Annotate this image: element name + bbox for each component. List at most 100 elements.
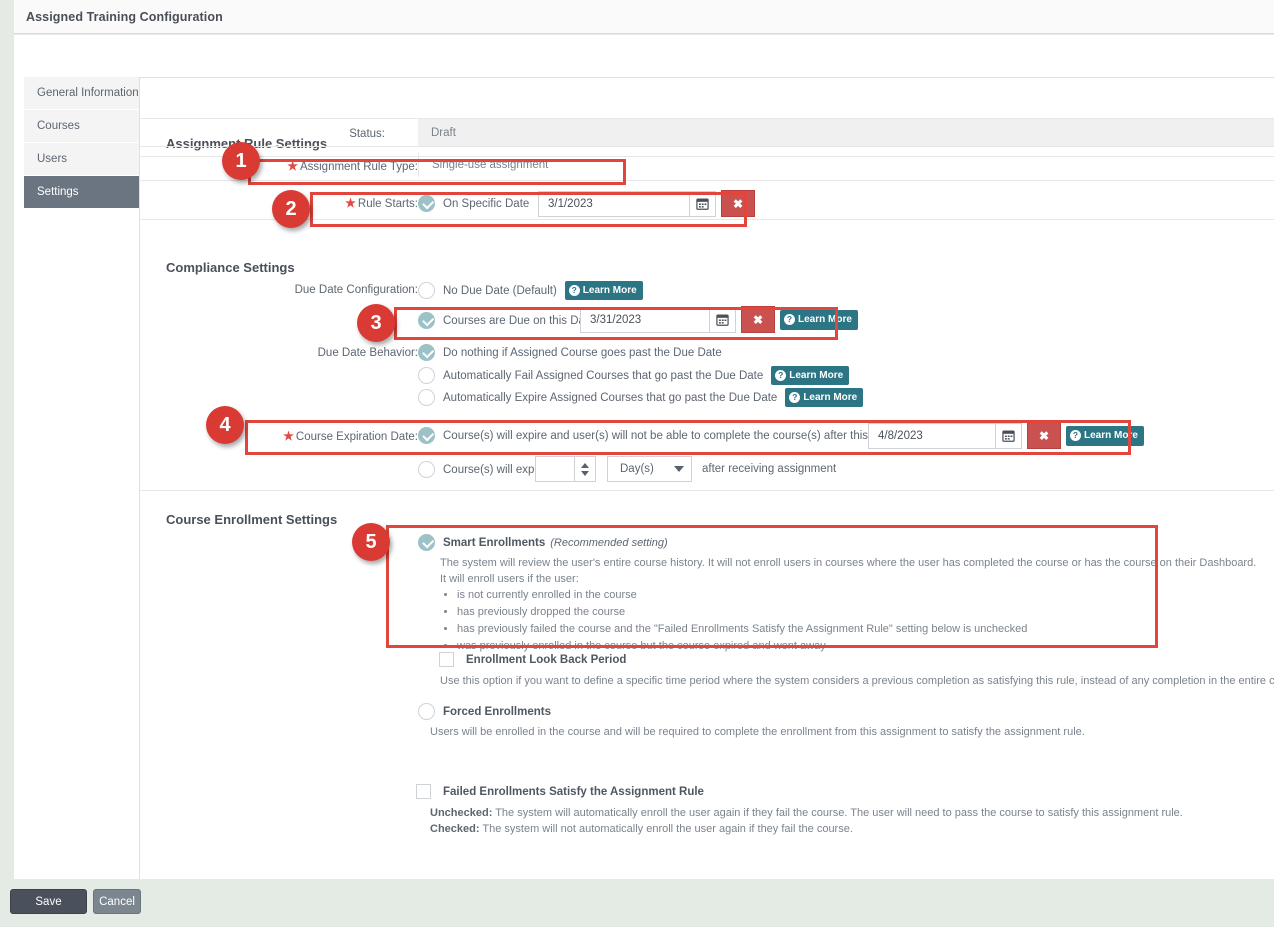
radio-forced-enrollments[interactable] xyxy=(418,703,435,720)
clear-date-button[interactable]: ✖ xyxy=(1027,422,1061,449)
behavior-option-row-0: Do nothing if Assigned Course goes past … xyxy=(418,344,722,361)
courses-due-date-input[interactable]: 3/31/2023 xyxy=(580,307,710,333)
status-value: Draft xyxy=(418,119,1274,146)
checkbox-enrollment-look-back-period[interactable] xyxy=(439,652,454,667)
rule-starts-date-group: 3/1/2023 ✖ xyxy=(538,190,755,217)
lookback-description: Use this option if you want to define a … xyxy=(440,674,1274,690)
behavior-option-label: Do nothing if Assigned Course goes past … xyxy=(443,347,722,359)
tab-users[interactable]: Users xyxy=(24,143,139,176)
tab-settings[interactable]: Settings xyxy=(24,176,139,209)
learn-more-button[interactable]: ?Learn More xyxy=(565,281,643,300)
calendar-icon[interactable] xyxy=(690,191,716,217)
no-due-date-option-row: No Due Date (Default) ?Learn More xyxy=(418,281,643,300)
calendar-icon[interactable] xyxy=(996,423,1022,449)
question-icon: ? xyxy=(784,314,795,325)
annotation-badge-4: 4 xyxy=(206,406,244,444)
radio-automatically-fail[interactable] xyxy=(418,367,435,384)
radio-courses-due-on-date[interactable] xyxy=(418,312,435,329)
row-divider xyxy=(140,146,1274,147)
expire-after-suffix-label: after receiving assignment xyxy=(702,463,836,475)
question-icon: ? xyxy=(1070,430,1081,441)
smart-enrollments-description: The system will review the user's entire… xyxy=(440,556,1274,656)
expire-after-label: Course(s) will expire xyxy=(443,464,547,476)
checkbox-failed-enrollments-satisfy-rule[interactable] xyxy=(416,784,431,799)
learn-more-button[interactable]: ?Learn More xyxy=(771,366,849,385)
behavior-option-label: Automatically Expire Assigned Courses th… xyxy=(443,392,777,404)
stepper-down-icon[interactable] xyxy=(581,471,589,476)
calendar-icon[interactable] xyxy=(710,307,736,333)
assignment-rule-type-value: Single-use assignment xyxy=(418,153,1274,177)
question-icon: ? xyxy=(569,285,580,296)
clear-date-button[interactable]: ✖ xyxy=(741,306,775,333)
failed-enrollments-option-row: Failed Enrollments Satisfy the Assignmen… xyxy=(416,784,704,799)
save-button[interactable]: Save xyxy=(10,889,87,914)
expire-after-option-row: Course(s) will expire xyxy=(418,461,547,478)
failed-desc-checked-text: The system will not automatically enroll… xyxy=(480,823,853,835)
radio-expire-after-period[interactable] xyxy=(418,461,435,478)
annotation-badge-3: 3 xyxy=(357,304,395,342)
clear-date-button[interactable]: ✖ xyxy=(721,190,755,217)
tab-general-information[interactable]: General Information xyxy=(24,77,139,110)
expire-after-unit-select[interactable]: Day(s) xyxy=(607,456,692,482)
failed-enrollments-title: Failed Enrollments Satisfy the Assignmen… xyxy=(443,786,704,798)
stepper-up-icon[interactable] xyxy=(581,463,589,468)
question-icon: ? xyxy=(775,370,786,381)
failed-desc-checked: Checked: The system will not automatical… xyxy=(430,822,1274,838)
window-titlebar: Assigned Training Configuration xyxy=(14,0,1274,34)
failed-desc-unchecked-text: The system will automatically enroll the… xyxy=(492,807,1182,819)
radio-no-due-date[interactable] xyxy=(418,282,435,299)
learn-more-button[interactable]: ?Learn More xyxy=(780,310,858,330)
course-expiration-date-label: ★Course Expiration Date: xyxy=(250,430,418,443)
status-label: Status: xyxy=(270,128,385,140)
quantity-stepper[interactable] xyxy=(575,456,596,482)
page-body: General Information Courses Users Settin… xyxy=(14,35,1274,879)
lookback-title: Enrollment Look Back Period xyxy=(466,654,626,666)
no-due-date-label: No Due Date (Default) xyxy=(443,285,557,297)
courses-due-option-row: Courses are Due on this Date xyxy=(418,312,595,329)
behavior-option-row-1: Automatically Fail Assigned Courses that… xyxy=(418,366,849,385)
expire-after-number-input[interactable] xyxy=(535,456,575,482)
rule-starts-label: ★Rule Starts: xyxy=(320,197,418,210)
assignment-rule-type-label: ★Assignment Rule Type: xyxy=(260,160,418,173)
cancel-button[interactable]: Cancel xyxy=(93,889,141,914)
radio-do-nothing[interactable] xyxy=(418,344,435,361)
rule-starts-date-input[interactable]: 3/1/2023 xyxy=(538,191,690,217)
due-date-configuration-label: Due Date Configuration: xyxy=(260,284,418,296)
forced-enrollments-option-row: Forced Enrollments xyxy=(418,703,551,720)
expire-after-unit-value: Day(s) xyxy=(620,463,654,475)
forced-enrollments-title: Forced Enrollments xyxy=(443,706,551,718)
annotation-badge-5: 5 xyxy=(352,523,390,561)
due-date-behavior-label: Due Date Behavior: xyxy=(260,347,418,359)
learn-more-button[interactable]: ?Learn More xyxy=(785,388,863,407)
radio-smart-enrollments[interactable] xyxy=(418,534,435,551)
expire-after-controls: Day(s) after receiving assignment xyxy=(535,456,836,482)
smart-enrollments-title: Smart Enrollments xyxy=(443,537,545,549)
required-star-icon: ★ xyxy=(345,196,356,210)
failed-enrollments-description: Unchecked: The system will automatically… xyxy=(430,806,1274,838)
required-star-icon: ★ xyxy=(287,159,298,173)
behavior-option-row-2: Automatically Expire Assigned Courses th… xyxy=(418,388,863,407)
list-item: has previously failed the course and the… xyxy=(457,622,1274,638)
list-item: has previously dropped the course xyxy=(457,605,1274,621)
required-star-icon: ★ xyxy=(283,429,294,443)
page-title: Assigned Training Configuration xyxy=(14,10,223,24)
learn-more-button[interactable]: ?Learn More xyxy=(1066,426,1144,446)
failed-desc-unchecked-label: Unchecked: xyxy=(430,807,492,819)
rule-starts-option-label: On Specific Date xyxy=(443,198,529,210)
radio-automatically-expire[interactable] xyxy=(418,389,435,406)
behavior-option-label: Automatically Fail Assigned Courses that… xyxy=(443,370,763,382)
radio-on-specific-date[interactable] xyxy=(418,195,435,212)
section-heading-enrollment: Course Enrollment Settings xyxy=(166,512,337,527)
smart-enrollments-bullet-list: is not currently enrolled in the course … xyxy=(440,588,1274,655)
courses-due-label: Courses are Due on this Date xyxy=(443,315,595,327)
tab-courses[interactable]: Courses xyxy=(24,110,139,143)
expiration-date-input[interactable]: 4/8/2023 xyxy=(868,423,996,449)
forced-enrollments-description: Users will be enrolled in the course and… xyxy=(430,725,1274,741)
smart-desc-line-1: The system will review the user's entire… xyxy=(440,556,1274,572)
expire-on-date-label: Course(s) will expire and user(s) will n… xyxy=(443,430,897,442)
courses-due-date-group: 3/31/2023 ✖ ?Learn More xyxy=(580,306,858,333)
radio-expire-on-date[interactable] xyxy=(418,427,435,444)
row-divider xyxy=(140,490,1274,491)
row-divider xyxy=(140,180,1274,181)
row-divider xyxy=(140,118,1274,119)
